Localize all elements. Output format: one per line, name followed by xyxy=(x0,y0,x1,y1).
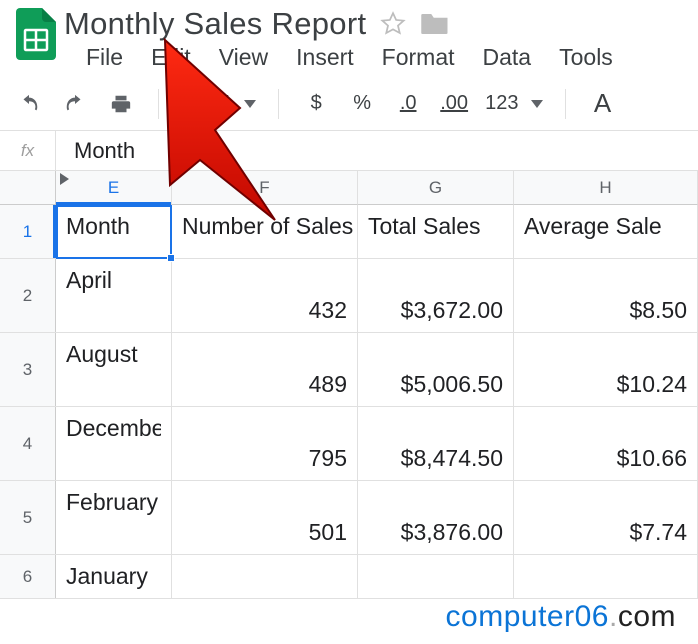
row-header-5[interactable]: 5 xyxy=(0,481,56,554)
cell-h1[interactable]: Average Sale xyxy=(514,205,698,258)
cell-e4[interactable]: December xyxy=(56,407,172,480)
cell-h2[interactable]: $8.50 xyxy=(514,259,698,332)
increase-decimal-button[interactable]: .00 xyxy=(439,89,469,119)
spreadsheet-grid[interactable]: E F G H 1 Month Number of Sales Total Sa… xyxy=(0,171,698,599)
cell-f2[interactable]: 432 xyxy=(172,259,358,332)
cell-g4[interactable]: $8,474.50 xyxy=(358,407,514,480)
chevron-down-icon xyxy=(531,100,543,108)
cell-g2[interactable]: $3,672.00 xyxy=(358,259,514,332)
select-all-corner[interactable] xyxy=(0,171,56,205)
formula-input[interactable]: Month xyxy=(56,138,135,164)
row-header-4[interactable]: 4 xyxy=(0,407,56,480)
menu-bar: File Edit View Insert Format Data Tools xyxy=(64,42,613,77)
app-header: Monthly Sales Report File Edit View Inse… xyxy=(0,0,698,77)
undo-button[interactable] xyxy=(14,89,44,119)
sheets-logo-icon xyxy=(8,6,64,62)
cell-e1[interactable]: Month xyxy=(56,205,172,258)
toolbar: 100% $ % .0 .00 123 A xyxy=(0,77,698,131)
cell-g6[interactable] xyxy=(358,555,514,598)
chevron-down-icon xyxy=(244,100,256,108)
cell-f3[interactable]: 489 xyxy=(172,333,358,406)
separator xyxy=(158,89,159,119)
menu-insert[interactable]: Insert xyxy=(296,44,354,71)
table-row: 3 August 489 $5,006.50 $10.24 xyxy=(0,333,698,407)
row-header-2[interactable]: 2 xyxy=(0,259,56,332)
cell-f1[interactable]: Number of Sales xyxy=(172,205,358,258)
document-title[interactable]: Monthly Sales Report xyxy=(64,6,366,42)
col-header-h[interactable]: H xyxy=(514,171,698,205)
separator xyxy=(565,89,566,119)
table-row: 6 January xyxy=(0,555,698,599)
column-pointer-icon xyxy=(60,173,69,185)
number-format-label: 123 xyxy=(485,92,518,115)
decrease-decimal-button[interactable]: .0 xyxy=(393,89,423,119)
cell-f5[interactable]: 501 xyxy=(172,481,358,554)
menu-tools[interactable]: Tools xyxy=(559,44,613,71)
cell-h4[interactable]: $10.66 xyxy=(514,407,698,480)
row-header-6[interactable]: 6 xyxy=(0,555,56,598)
fx-label: fx xyxy=(0,131,56,170)
cell-g3[interactable]: $5,006.50 xyxy=(358,333,514,406)
menu-file[interactable]: File xyxy=(86,44,123,71)
cell-e6[interactable]: January xyxy=(56,555,172,598)
formula-bar: fx Month xyxy=(0,131,698,171)
cell-h6[interactable] xyxy=(514,555,698,598)
table-row: 5 February 501 $3,876.00 $7.74 xyxy=(0,481,698,555)
menu-edit[interactable]: Edit xyxy=(151,44,191,71)
star-icon[interactable] xyxy=(380,11,406,37)
watermark: computer06.com xyxy=(446,600,676,634)
zoom-value: 100% xyxy=(181,92,232,115)
separator xyxy=(278,89,279,119)
print-button[interactable] xyxy=(106,89,136,119)
cell-h5[interactable]: $7.74 xyxy=(514,481,698,554)
row-header-1[interactable]: 1 xyxy=(0,205,56,258)
format-currency-button[interactable]: $ xyxy=(301,89,331,119)
col-header-e[interactable]: E xyxy=(56,171,172,205)
menu-data[interactable]: Data xyxy=(483,44,532,71)
cell-f6[interactable] xyxy=(172,555,358,598)
redo-button[interactable] xyxy=(60,89,90,119)
zoom-dropdown[interactable]: 100% xyxy=(181,92,256,115)
table-row: 1 Month Number of Sales Total Sales Aver… xyxy=(0,205,698,259)
col-header-label: E xyxy=(108,178,119,198)
format-percent-button[interactable]: % xyxy=(347,89,377,119)
cell-e2[interactable]: April xyxy=(56,259,172,332)
column-headers: E F G H xyxy=(0,171,698,205)
number-format-dropdown[interactable]: 123 xyxy=(485,92,542,115)
menu-format[interactable]: Format xyxy=(382,44,455,71)
row-header-3[interactable]: 3 xyxy=(0,333,56,406)
font-button[interactable]: A xyxy=(588,89,618,119)
watermark-text: computer06 xyxy=(446,600,609,633)
menu-view[interactable]: View xyxy=(219,44,268,71)
cell-e5[interactable]: February xyxy=(56,481,172,554)
cell-g1[interactable]: Total Sales xyxy=(358,205,514,258)
cell-f4[interactable]: 795 xyxy=(172,407,358,480)
col-header-f[interactable]: F xyxy=(172,171,358,205)
col-header-g[interactable]: G xyxy=(358,171,514,205)
cell-e3[interactable]: August xyxy=(56,333,172,406)
folder-icon[interactable] xyxy=(420,11,450,37)
table-row: 2 April 432 $3,672.00 $8.50 xyxy=(0,259,698,333)
cell-g5[interactable]: $3,876.00 xyxy=(358,481,514,554)
cell-h3[interactable]: $10.24 xyxy=(514,333,698,406)
table-row: 4 December 795 $8,474.50 $10.66 xyxy=(0,407,698,481)
